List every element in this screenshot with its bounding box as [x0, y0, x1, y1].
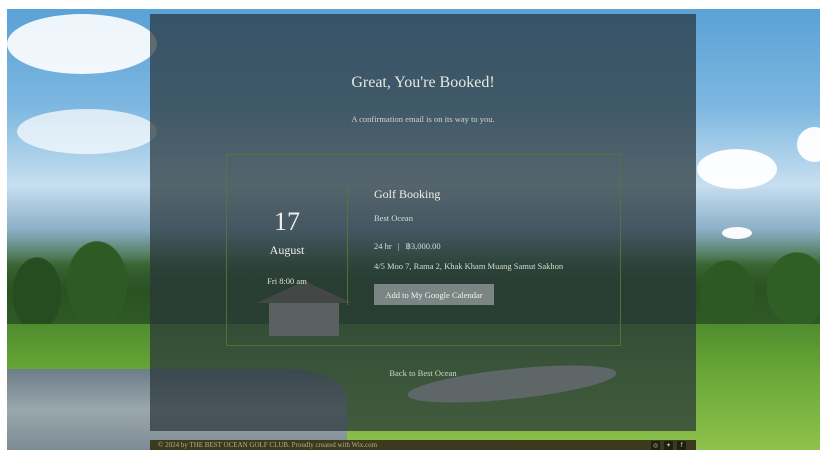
booking-title: Golf Booking [374, 187, 441, 201]
cloud [697, 149, 777, 189]
confirmation-subline: A confirmation email is on its way to yo… [351, 114, 495, 124]
instagram-icon[interactable]: ◎ [651, 441, 660, 450]
confirmation-headline: Great, You're Booked! [351, 74, 495, 91]
site-footer: © 2024 by THE BEST OCEAN GOLF CLUB. Prou… [150, 440, 696, 450]
cloud [797, 127, 820, 162]
booking-price: ฿3,000.00 [405, 241, 441, 251]
booking-details-card: 17 August Fri 8:00 am Golf Booking Best … [226, 154, 621, 346]
confirmation-panel: Great, You're Booked! A confirmation ema… [150, 14, 696, 431]
booking-month: August [269, 243, 305, 257]
booking-date: 17 August Fri 8:00 am [227, 185, 348, 305]
booking-time: Fri 8:00 am [267, 276, 307, 286]
cloud [17, 109, 157, 154]
booking-day: 17 [274, 207, 300, 236]
cloud [7, 14, 157, 74]
booking-provider: Best Ocean [374, 213, 413, 223]
back-to-site-link[interactable]: Back to Best Ocean [150, 368, 696, 378]
add-to-google-calendar-button[interactable]: Add to My Google Calendar [374, 284, 494, 305]
booking-address: 4/5 Moo 7, Rama 2, Khak Kham Muang Samut… [374, 261, 564, 271]
footer-copyright: © 2024 by THE BEST OCEAN GOLF CLUB. Prou… [158, 441, 378, 449]
twitter-icon[interactable]: ✦ [664, 441, 673, 450]
social-links: ◎ ✦ f [651, 441, 686, 450]
meta-separator: | [397, 241, 400, 251]
booking-duration: 24 hr [374, 241, 392, 251]
booking-meta: 24 hr | ฿3,000.00 [374, 241, 441, 252]
facebook-icon[interactable]: f [677, 441, 686, 450]
